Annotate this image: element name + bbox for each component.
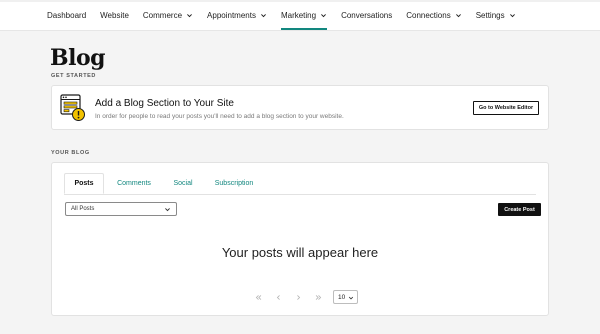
pagination: 10 xyxy=(248,290,358,304)
your-blog-label: YOUR BLOG xyxy=(51,150,90,156)
get-started-label: GET STARTED xyxy=(51,73,96,79)
create-post-button[interactable]: Create Post xyxy=(498,203,541,216)
nav-item-label: Appointments xyxy=(207,10,256,20)
blog-panel: Posts Comments Social Subscription All P… xyxy=(51,162,549,316)
nav-item-connections[interactable]: Connections xyxy=(406,0,461,30)
chevron-down-icon xyxy=(509,12,516,19)
double-chevron-left-icon[interactable] xyxy=(248,290,268,304)
tab-social[interactable]: Social xyxy=(166,173,200,194)
post-filter-value: All Posts xyxy=(71,206,95,212)
nav-item-label: Website xyxy=(100,10,129,20)
nav-item-label: Marketing xyxy=(280,10,317,20)
nav-item-label: Connections xyxy=(406,10,451,20)
banner-description: In order for people to read your posts y… xyxy=(95,113,344,120)
chevron-down-icon xyxy=(186,12,193,19)
nav-item-label: Dashboard xyxy=(47,10,87,20)
nav-item-dashboard[interactable]: Dashboard xyxy=(47,0,86,30)
nav-item-label: Settings xyxy=(475,10,505,20)
nav-item-conversations[interactable]: Conversations xyxy=(341,0,392,30)
empty-state-message: Your posts will appear here xyxy=(221,245,379,260)
nav-item-commerce[interactable]: Commerce xyxy=(143,0,193,30)
banner-title: Add a Blog Section to Your Site xyxy=(95,98,234,109)
nav-item-settings[interactable]: Settings xyxy=(476,0,516,30)
main-nav: Dashboard Website Commerce Appointments … xyxy=(47,0,530,30)
per-page-value: 10 xyxy=(338,293,346,301)
blog-section-banner: Add a Blog Section to Your Site In order… xyxy=(51,85,549,130)
tab-comments[interactable]: Comments xyxy=(108,173,160,194)
page-title: Blog xyxy=(50,45,106,71)
nav-item-appointments[interactable]: Appointments xyxy=(207,0,267,30)
chevron-down-icon xyxy=(320,12,327,19)
nav-item-label: Commerce xyxy=(142,10,183,20)
nav-item-label: Conversations xyxy=(341,10,393,20)
per-page-select[interactable]: 10 xyxy=(333,290,358,304)
chevron-right-icon[interactable] xyxy=(288,290,308,304)
blog-tabs: Posts Comments Social Subscription xyxy=(64,173,536,195)
top-navigation-bar: Dashboard Website Commerce Appointments … xyxy=(0,0,600,31)
chevron-left-icon[interactable] xyxy=(268,290,288,304)
post-filter-select[interactable]: All Posts xyxy=(65,202,177,216)
nav-item-marketing[interactable]: Marketing xyxy=(280,0,328,30)
tab-posts[interactable]: Posts xyxy=(64,173,104,194)
blog-section-icon xyxy=(60,94,86,122)
nav-item-website[interactable]: Website xyxy=(100,0,129,30)
go-to-website-editor-button[interactable]: Go to Website Editor xyxy=(473,101,539,115)
chevron-down-icon xyxy=(260,12,267,19)
tab-subscription[interactable]: Subscription xyxy=(206,173,262,194)
chevron-down-icon xyxy=(348,295,354,303)
double-chevron-right-icon[interactable] xyxy=(308,290,328,304)
chevron-down-icon xyxy=(455,12,462,19)
chevron-down-icon xyxy=(164,206,171,215)
